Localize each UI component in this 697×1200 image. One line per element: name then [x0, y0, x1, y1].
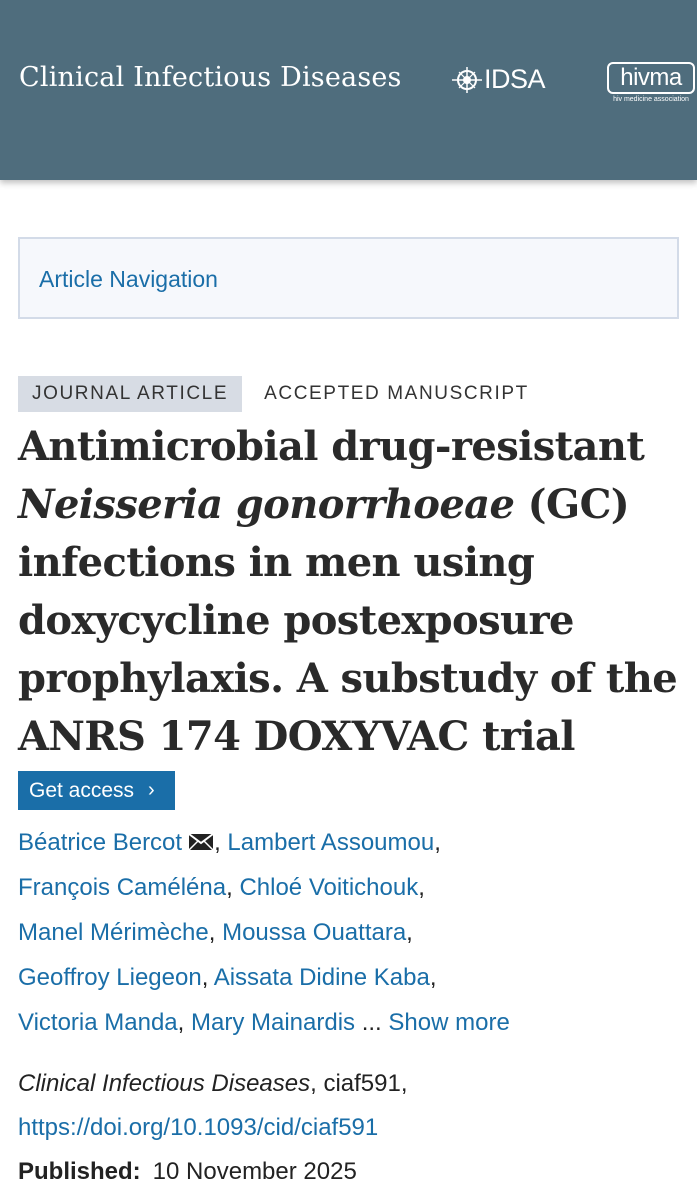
author-link[interactable]: Victoria Manda — [18, 1009, 178, 1036]
hivma-logo-text: hivma — [607, 62, 695, 94]
author-link[interactable]: Chloé Voitichouk — [239, 874, 418, 901]
title-part-1: Antimicrobial drug-resistant — [18, 423, 645, 470]
article-title: Antimicrobial drug-resistant Neisseria g… — [18, 418, 683, 766]
idsa-logo-text: IDSA — [484, 64, 546, 94]
show-more-authors-button[interactable]: Show more — [388, 1009, 509, 1036]
author-link[interactable]: Manel Mérimèche — [18, 919, 209, 946]
get-access-label: Get access — [29, 778, 135, 802]
published-label: Published: — [18, 1158, 141, 1185]
mail-icon[interactable] — [188, 833, 214, 851]
author-link[interactable]: Lambert Assoumou — [227, 829, 434, 856]
article-navigation-link[interactable]: Article Navigation — [39, 266, 218, 293]
chevron-right-icon: › — [148, 779, 155, 801]
article-tags: JOURNAL ARTICLE ACCEPTED MANUSCRIPT — [18, 376, 529, 412]
journal-name[interactable]: Clinical Infectious Diseases — [19, 62, 402, 93]
published-date: 10 November 2025 — [152, 1158, 357, 1185]
author-link[interactable]: Moussa Ouattara — [222, 919, 406, 946]
article-navigation[interactable]: Article Navigation — [18, 237, 679, 319]
article-status-label: ACCEPTED MANUSCRIPT — [264, 383, 529, 404]
hivma-logo[interactable]: hivma hiv medicine association — [606, 62, 696, 104]
citation-journal: Clinical Infectious Diseases — [18, 1070, 311, 1097]
idsa-logo[interactable]: IDSA — [452, 64, 546, 95]
idsa-star-icon — [452, 66, 482, 93]
article-type-badge: JOURNAL ARTICLE — [18, 376, 243, 412]
author-list: Béatrice Bercot, Lambert Assoumou, Franç… — [18, 829, 510, 1036]
author-link[interactable]: Aissata Didine Kaba — [214, 964, 430, 991]
doi-link[interactable]: https://doi.org/10.1093/cid/ciaf591 — [18, 1114, 378, 1141]
author-link[interactable]: Geoffroy Liegeon — [18, 964, 202, 991]
author-link[interactable]: François Caméléna — [18, 874, 226, 901]
title-species: Neisseria gonorrhoeae — [18, 481, 515, 528]
author-link[interactable]: Béatrice Bercot — [18, 829, 182, 856]
citation-article-id: , ciaf591, — [310, 1070, 408, 1097]
hivma-logo-subtext: hiv medicine association — [613, 96, 689, 103]
get-access-button[interactable]: Get access › — [18, 771, 175, 810]
journal-header: Clinical Infectious Diseases IDSA hivma … — [0, 0, 697, 180]
author-link[interactable]: Mary Mainardis — [191, 1009, 355, 1036]
author-ellipsis: ... — [361, 1009, 382, 1036]
citation-block: Clinical Infectious Diseases, ciaf591, h… — [18, 1062, 683, 1194]
